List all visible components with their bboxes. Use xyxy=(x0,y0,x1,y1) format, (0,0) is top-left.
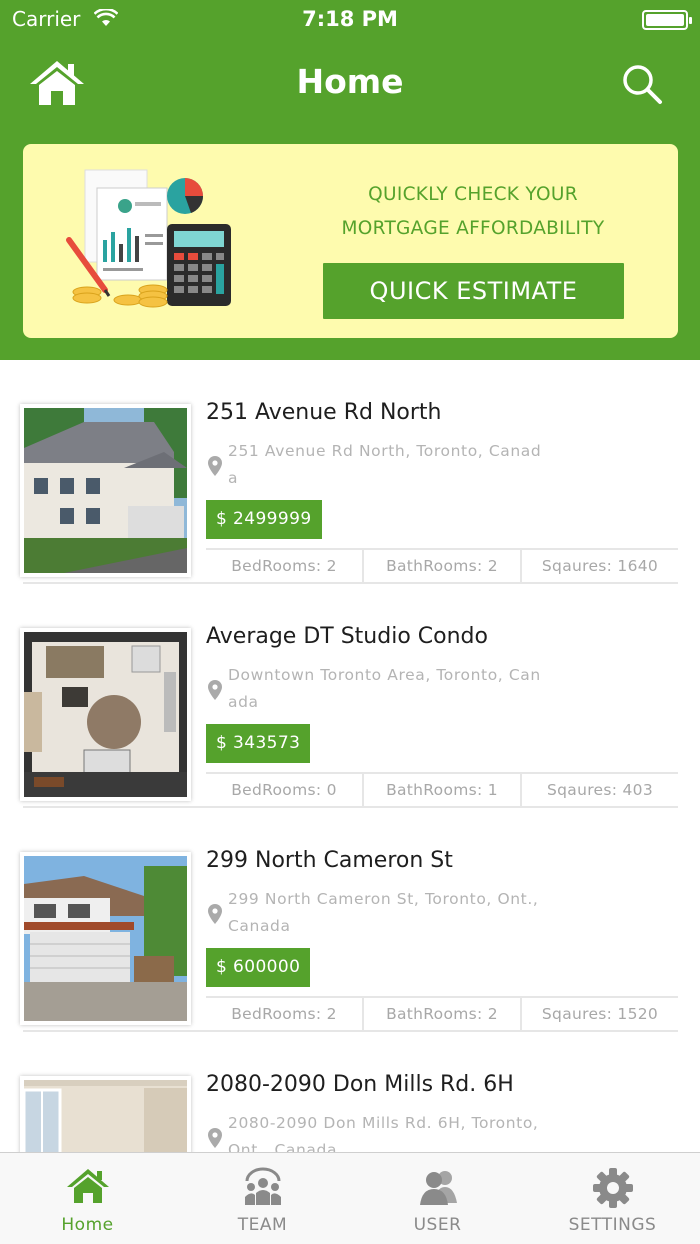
listing-stats: BedRooms: 2 BathRooms: 2 Sqaures: 1520 xyxy=(206,996,678,1030)
tab-user[interactable]: USER xyxy=(350,1153,525,1244)
bathrooms-stat: BathRooms: 1 xyxy=(364,774,522,806)
listing-list[interactable]: 251 Avenue Rd North 251 Avenue Rd North,… xyxy=(0,360,700,1152)
listing-stats: BedRooms: 2 BathRooms: 2 Sqaures: 1640 xyxy=(206,548,678,582)
bedrooms-stat: BedRooms: 2 xyxy=(206,998,364,1030)
bathrooms-stat: BathRooms: 2 xyxy=(364,550,522,582)
tab-label: TEAM xyxy=(237,1215,288,1235)
location-pin-icon xyxy=(208,1128,222,1148)
listing-card[interactable]: Average DT Studio Condo Downtown Toronto… xyxy=(0,584,700,808)
tab-team[interactable]: TEAM xyxy=(175,1153,350,1244)
listing-address: Downtown Toronto Area, Toronto, Canada xyxy=(228,666,541,711)
tab-label: USER xyxy=(413,1215,462,1235)
location-pin-icon xyxy=(208,456,222,476)
listing-photo xyxy=(20,404,191,577)
price-badge: $ 2499999 xyxy=(206,500,322,539)
listing-card[interactable]: 299 North Cameron St 299 North Cameron S… xyxy=(0,808,700,1032)
listing-card[interactable]: 2080-2090 Don Mills Rd. 6H 2080-2090 Don… xyxy=(0,1032,700,1152)
home-icon xyxy=(66,1169,109,1203)
price-badge: $ 343573 xyxy=(206,724,311,763)
tab-label: SETTINGS xyxy=(568,1215,657,1235)
tab-bar: Home TEAM USER SETTINGS xyxy=(0,1152,700,1244)
bathrooms-stat: BathRooms: 2 xyxy=(364,998,522,1030)
listing-title[interactable]: Average DT Studio Condo xyxy=(206,624,488,649)
tab-settings[interactable]: SETTINGS xyxy=(525,1153,700,1244)
battery-icon xyxy=(642,10,692,30)
listing-title[interactable]: 2080-2090 Don Mills Rd. 6H xyxy=(206,1072,514,1097)
app-header: Carrier 7:18 PM Home QUICKLY CHECK YOUR … xyxy=(0,0,700,360)
search-icon xyxy=(623,65,662,104)
page-title: Home xyxy=(296,62,404,101)
tab-label: Home xyxy=(61,1215,114,1235)
quick-estimate-button[interactable]: QUICK ESTIMATE xyxy=(323,263,624,319)
listing-title[interactable]: 299 North Cameron St xyxy=(206,848,453,873)
gear-icon xyxy=(592,1168,633,1208)
listing-card[interactable]: 251 Avenue Rd North 251 Avenue Rd North,… xyxy=(0,360,700,584)
banner-message: QUICKLY CHECK YOUR MORTGAGE AFFORDABILIT… xyxy=(323,178,623,246)
user-icon xyxy=(419,1171,457,1205)
bedrooms-stat: BedRooms: 2 xyxy=(206,550,364,582)
squares-stat: Sqaures: 1520 xyxy=(541,1005,659,1023)
status-bar: Carrier 7:18 PM xyxy=(0,0,700,40)
search-button[interactable] xyxy=(620,62,664,106)
squares-stat: Sqaures: 403 xyxy=(547,781,653,799)
banner-line-2: MORTGAGE AFFORDABILITY xyxy=(341,218,605,239)
mortgage-illustration xyxy=(66,169,231,308)
listing-address: 2080-2090 Don Mills Rd. 6H, Toronto, Ont… xyxy=(228,1114,539,1152)
location-pin-icon xyxy=(208,904,222,924)
price-badge: $ 600000 xyxy=(206,948,311,987)
listing-address: 299 North Cameron St, Toronto, Ont., Can… xyxy=(228,890,539,935)
listing-stats: BedRooms: 0 BathRooms: 1 Sqaures: 403 xyxy=(206,772,678,806)
location-pin-icon xyxy=(208,680,222,700)
mortgage-banner: QUICKLY CHECK YOUR MORTGAGE AFFORDABILIT… xyxy=(23,144,678,338)
team-icon xyxy=(244,1167,281,1205)
listing-photo xyxy=(20,852,191,1025)
listing-photo xyxy=(20,628,191,801)
bedrooms-stat: BedRooms: 0 xyxy=(206,774,364,806)
squares-stat: Sqaures: 1640 xyxy=(541,557,659,575)
tab-home[interactable]: Home xyxy=(0,1153,175,1244)
banner-line-1: QUICKLY CHECK YOUR xyxy=(368,184,578,205)
status-time: 7:18 PM xyxy=(302,7,398,31)
listing-photo xyxy=(20,1076,191,1152)
listing-address: 251 Avenue Rd North, Toronto, Canada xyxy=(228,442,542,487)
listing-title[interactable]: 251 Avenue Rd North xyxy=(206,400,442,425)
